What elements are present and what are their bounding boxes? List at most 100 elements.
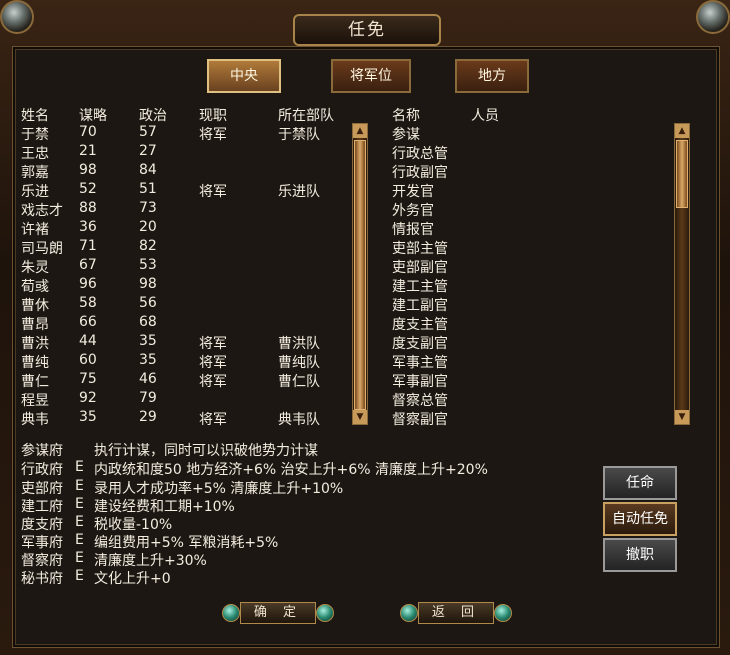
list-item[interactable]: 吏部副官 xyxy=(380,257,670,276)
officer-post: 将军 xyxy=(199,184,227,200)
appoint-button[interactable]: 任命 xyxy=(603,466,677,500)
officer-name: 戏志才 xyxy=(21,203,63,219)
officer-politics: 53 xyxy=(139,257,157,273)
officer-strategy: 60 xyxy=(79,352,97,368)
position-name: 军事主管 xyxy=(392,355,448,371)
list-item[interactable]: 度支主管 xyxy=(380,314,670,333)
gem-icon xyxy=(316,604,334,622)
confirm-button[interactable]: 确 定 xyxy=(218,599,336,625)
officer-name: 曹纯 xyxy=(21,355,49,371)
officer-strategy: 58 xyxy=(79,295,97,311)
position-name: 情报官 xyxy=(392,222,434,238)
corner-orb-right xyxy=(696,0,730,34)
officer-unit: 曹纯队 xyxy=(278,355,320,371)
list-item[interactable]: 度支副官 xyxy=(380,333,670,352)
officer-name: 乐进 xyxy=(21,184,49,200)
scroll-up-icon[interactable]: ▲ xyxy=(675,124,689,138)
list-item[interactable]: 军事主管 xyxy=(380,352,670,371)
table-row[interactable]: 典韦 35 29 将军 典韦队 xyxy=(0,409,340,428)
scroll-up-icon[interactable]: ▲ xyxy=(353,124,367,138)
table-row[interactable]: 戏志才 88 73 xyxy=(0,200,340,219)
officer-post: 将军 xyxy=(199,336,227,352)
list-item[interactable]: 督察总管 xyxy=(380,390,670,409)
auto-appoint-button[interactable]: 自动任免 xyxy=(603,502,677,536)
office-effect: 建设经费和工期+10% xyxy=(94,499,235,515)
officer-politics: 46 xyxy=(139,371,157,387)
officer-post: 将军 xyxy=(199,412,227,428)
office-name: 行政府 xyxy=(21,462,63,478)
position-name: 外务官 xyxy=(392,203,434,219)
position-name: 督察总管 xyxy=(392,393,448,409)
officer-politics: 84 xyxy=(139,162,157,178)
office-grade: E xyxy=(75,496,84,512)
officer-strategy: 67 xyxy=(79,257,97,273)
position-name: 军事副官 xyxy=(392,374,448,390)
scroll-thumb[interactable] xyxy=(676,140,688,208)
table-row[interactable]: 王忠 21 27 xyxy=(0,143,340,162)
tab-general-post[interactable]: 将军位 xyxy=(331,59,411,93)
officer-post: 将军 xyxy=(199,374,227,390)
table-row[interactable]: 于禁 70 57 将军 于禁队 xyxy=(0,124,340,143)
officer-politics: 73 xyxy=(139,200,157,216)
table-row[interactable]: 郭嘉 98 84 xyxy=(0,162,340,181)
officer-politics: 20 xyxy=(139,219,157,235)
officer-strategy: 21 xyxy=(79,143,97,159)
list-item[interactable]: 外务官 xyxy=(380,200,670,219)
officer-strategy: 96 xyxy=(79,276,97,292)
officer-unit: 于禁队 xyxy=(278,127,320,143)
list-item[interactable]: 开发官 xyxy=(380,181,670,200)
col-header-name: 姓名 xyxy=(21,108,49,124)
col-header-politics: 政治 xyxy=(139,108,167,124)
list-item[interactable]: 建工主管 xyxy=(380,276,670,295)
officer-strategy: 36 xyxy=(79,219,97,235)
officer-name: 司马朗 xyxy=(21,241,63,257)
table-row[interactable]: 司马朗 71 82 xyxy=(0,238,340,257)
office-name: 军事府 xyxy=(21,535,63,551)
office-grade: E xyxy=(75,568,84,584)
scroll-down-icon[interactable]: ▼ xyxy=(675,410,689,424)
list-item[interactable]: 建工副官 xyxy=(380,295,670,314)
list-item[interactable]: 吏部主管 xyxy=(380,238,670,257)
table-row[interactable]: 乐进 52 51 将军 乐进队 xyxy=(0,181,340,200)
position-name: 督察副官 xyxy=(392,412,448,428)
table-row[interactable]: 曹昂 66 68 xyxy=(0,314,340,333)
position-name: 开发官 xyxy=(392,184,434,200)
office-name: 参谋府 xyxy=(21,443,63,459)
officer-strategy: 35 xyxy=(79,409,97,425)
scroll-thumb[interactable] xyxy=(354,140,366,410)
window-frame: 任免 中央 将军位 地方 姓名 谋略 政治 现职 所在部队 于禁 70 57 将军 于禁… xyxy=(0,0,730,655)
list-item[interactable]: 情报官 xyxy=(380,219,670,238)
table-row[interactable]: 曹休 58 56 xyxy=(0,295,340,314)
list-item[interactable]: 督察副官 xyxy=(380,409,670,428)
position-name: 度支副官 xyxy=(392,336,448,352)
list-item[interactable]: 行政副官 xyxy=(380,162,670,181)
list-item[interactable]: 军事副官 xyxy=(380,371,670,390)
dismiss-button[interactable]: 撤职 xyxy=(603,538,677,572)
officer-politics: 51 xyxy=(139,181,157,197)
position-name: 建工副官 xyxy=(392,298,448,314)
table-row[interactable]: 程昱 92 79 xyxy=(0,390,340,409)
list-item[interactable]: 行政总管 xyxy=(380,143,670,162)
gem-icon xyxy=(494,604,512,622)
table-row[interactable]: 朱灵 67 53 xyxy=(0,257,340,276)
officer-strategy: 92 xyxy=(79,390,97,406)
officer-scrollbar[interactable]: ▲ ▼ xyxy=(352,123,368,425)
position-scrollbar[interactable]: ▲ ▼ xyxy=(674,123,690,425)
tab-central[interactable]: 中央 xyxy=(207,59,281,93)
table-row[interactable]: 许褚 36 20 xyxy=(0,219,340,238)
officer-politics: 79 xyxy=(139,390,157,406)
table-row[interactable]: 荀彧 96 98 xyxy=(0,276,340,295)
table-row[interactable]: 曹洪 44 35 将军 曹洪队 xyxy=(0,333,340,352)
table-row[interactable]: 曹仁 75 46 将军 曹仁队 xyxy=(0,371,340,390)
back-button[interactable]: 返 回 xyxy=(396,599,514,625)
position-name: 行政总管 xyxy=(392,146,448,162)
list-item[interactable]: 参谋 xyxy=(380,124,670,143)
officer-politics: 35 xyxy=(139,333,157,349)
officer-politics: 35 xyxy=(139,352,157,368)
scroll-down-icon[interactable]: ▼ xyxy=(353,410,367,424)
table-row[interactable]: 曹纯 60 35 将军 曹纯队 xyxy=(0,352,340,371)
officer-politics: 27 xyxy=(139,143,157,159)
col-header-position: 名称 xyxy=(392,108,420,124)
office-effect: 录用人才成功率+5% 清廉度上升+10% xyxy=(94,481,344,497)
tab-local[interactable]: 地方 xyxy=(455,59,529,93)
